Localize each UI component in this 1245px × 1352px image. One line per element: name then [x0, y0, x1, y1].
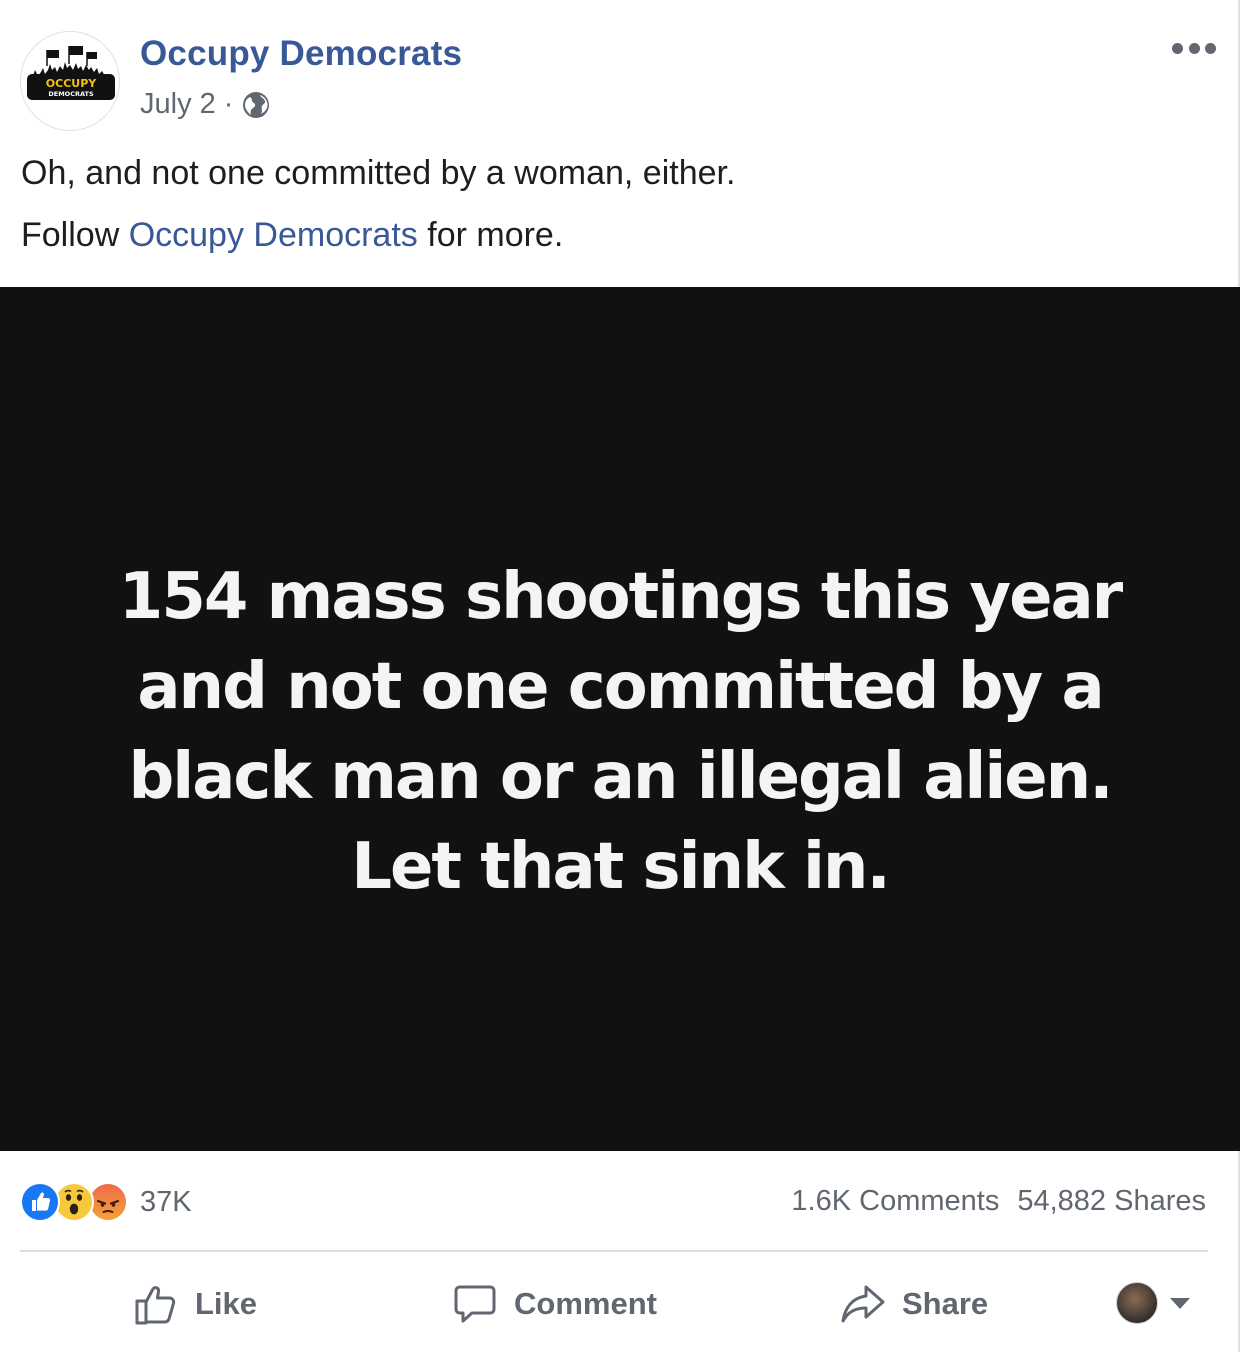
- angry-reaction-icon: [88, 1182, 128, 1222]
- share-button[interactable]: Share: [840, 1278, 988, 1330]
- more-dot-icon: [1172, 42, 1183, 54]
- post-date[interactable]: July 2: [140, 88, 216, 121]
- chevron-down-icon: [1170, 1297, 1190, 1309]
- reactions-summary[interactable]: 37K: [20, 1180, 192, 1224]
- page-name-link[interactable]: Occupy Democrats: [140, 34, 462, 74]
- page-mention-link[interactable]: Occupy Democrats: [129, 216, 418, 254]
- page-avatar[interactable]: OCCUPY DEMOCRATS: [20, 31, 120, 131]
- thumbs-up-icon: [135, 1286, 176, 1325]
- comments-count-link[interactable]: 1.6K Comments: [791, 1185, 999, 1217]
- like-reaction-icon: [20, 1182, 60, 1222]
- comment-label: Comment: [514, 1286, 657, 1321]
- reaction-count[interactable]: 37K: [140, 1186, 192, 1219]
- image-caption: 154 mass shootings this year and not one…: [0, 552, 1240, 912]
- post-text-follow: Follow Occupy Democrats for more.: [21, 216, 563, 255]
- image-text-line: Let that sink in.: [351, 830, 891, 904]
- logo-text-bottom: DEMOCRATS: [48, 90, 94, 98]
- share-label: Share: [902, 1286, 989, 1321]
- share-arrow-icon: [841, 1285, 885, 1323]
- post-text-line: Oh, and not one committed by a woman, ei…: [21, 154, 736, 192]
- engagement-counts: 1.6K Comments 54,882 Shares: [791, 1185, 1206, 1218]
- comment-bubble-icon: [454, 1285, 496, 1323]
- more-options-button[interactable]: [1172, 38, 1216, 58]
- more-dot-icon: [1205, 42, 1216, 54]
- like-label: Like: [195, 1286, 258, 1321]
- globe-icon[interactable]: [241, 90, 271, 120]
- post-meta: July 2 ·: [140, 88, 271, 121]
- post-as-selector[interactable]: [1116, 1282, 1190, 1324]
- facebook-post: OCCUPY DEMOCRATS Occupy Democrats July 2…: [0, 0, 1240, 1352]
- divider: [20, 1250, 1208, 1252]
- meta-separator: ·: [223, 88, 234, 120]
- occupy-democrats-logo-icon: OCCUPY DEMOCRATS: [21, 32, 119, 130]
- image-text-line: and not one committed by a: [137, 650, 1104, 724]
- viewer-avatar: [1116, 1282, 1158, 1324]
- follow-suffix: for more.: [417, 216, 564, 254]
- like-button[interactable]: Like: [133, 1278, 257, 1330]
- comment-button[interactable]: Comment: [452, 1278, 657, 1330]
- image-text-line: 154 mass shootings this year: [118, 560, 1123, 634]
- post-image[interactable]: 154 mass shootings this year and not one…: [0, 287, 1240, 1151]
- shares-count-link[interactable]: 54,882 Shares: [1017, 1185, 1206, 1217]
- logo-text-top: OCCUPY: [46, 77, 97, 90]
- more-dot-icon: [1188, 42, 1200, 54]
- image-text-line: black man or an illegal alien.: [128, 740, 1113, 814]
- follow-prefix: Follow: [21, 216, 129, 254]
- wow-reaction-icon: [54, 1182, 94, 1222]
